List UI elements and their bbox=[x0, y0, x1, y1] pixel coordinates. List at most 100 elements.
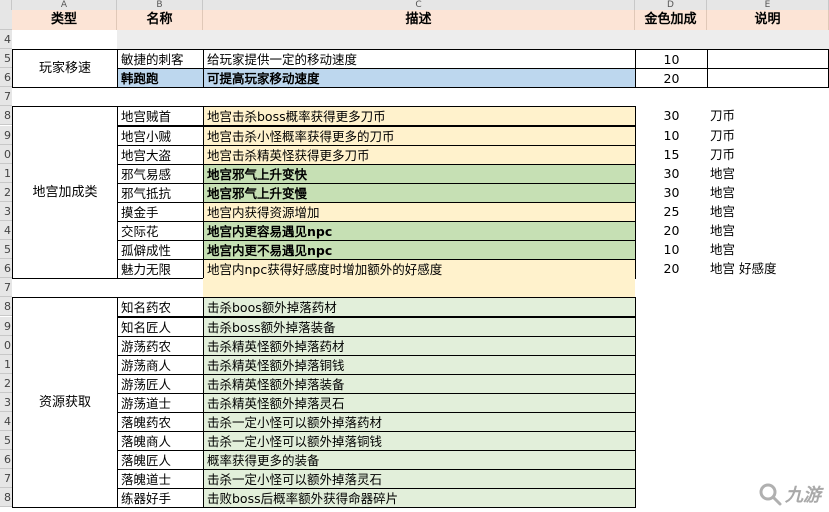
gold-bonus-cell[interactable] bbox=[635, 412, 708, 432]
gold-bonus-cell[interactable]: 20 bbox=[635, 68, 708, 89]
note-cell[interactable] bbox=[707, 374, 829, 394]
row-number[interactable]: 5 bbox=[0, 240, 12, 260]
row-number[interactable]: 0 bbox=[0, 144, 12, 164]
row-number[interactable]: 8 bbox=[0, 297, 12, 317]
gold-bonus-cell[interactable] bbox=[635, 393, 708, 413]
row-number[interactable]: 6 bbox=[0, 259, 12, 279]
name-cell[interactable]: 练器好手 bbox=[117, 488, 204, 509]
gold-bonus-cell[interactable]: 10 bbox=[635, 49, 708, 70]
description-cell[interactable]: 地宫邪气上升变快 bbox=[203, 163, 636, 184]
row-number[interactable]: 3 bbox=[0, 392, 12, 412]
description-cell[interactable]: 击杀精英怪额外掉落铜钱 bbox=[203, 354, 636, 375]
description-cell[interactable]: 地宫邪气上升变慢 bbox=[203, 182, 636, 203]
gold-bonus-cell[interactable]: 20 bbox=[635, 259, 708, 279]
name-cell[interactable]: 落魄道士 bbox=[117, 469, 204, 490]
name-cell[interactable]: 落魄匠人 bbox=[117, 450, 204, 471]
note-cell[interactable] bbox=[707, 49, 829, 70]
description-cell[interactable]: 地宫击杀精英怪获得更多刀币 bbox=[203, 144, 636, 165]
note-cell[interactable] bbox=[707, 68, 829, 89]
note-cell[interactable]: 地宫 bbox=[707, 164, 829, 184]
name-cell[interactable]: 地宫贼首 bbox=[117, 106, 204, 127]
description-cell[interactable]: 击杀精英怪额外掉落装备 bbox=[203, 373, 636, 394]
row-number[interactable]: 7 bbox=[0, 278, 12, 298]
row-number[interactable]: 7 bbox=[0, 87, 12, 107]
description-cell[interactable]: 地宫内获得资源增加 bbox=[203, 201, 636, 222]
row-number[interactable]: 6 bbox=[0, 68, 12, 88]
row-number[interactable]: 4 bbox=[0, 30, 12, 50]
description-cell[interactable]: 可提高玩家移动速度 bbox=[203, 68, 636, 89]
name-cell[interactable]: 地宫小贼 bbox=[117, 125, 204, 146]
row-number[interactable]: 2 bbox=[0, 182, 12, 202]
column-header-d[interactable]: D bbox=[635, 0, 707, 10]
row-number[interactable]: 9 bbox=[0, 316, 12, 336]
gold-bonus-cell[interactable] bbox=[635, 297, 708, 317]
row-number[interactable]: 4 bbox=[0, 412, 12, 432]
name-cell[interactable]: 落魄商人 bbox=[117, 431, 204, 452]
name-cell[interactable]: 游荡匠人 bbox=[117, 373, 204, 394]
gold-bonus-cell[interactable]: 10 bbox=[635, 240, 708, 260]
note-cell[interactable]: 地宫 bbox=[707, 221, 829, 241]
gold-bonus-cell[interactable]: 15 bbox=[635, 145, 708, 165]
name-cell[interactable]: 知名药农 bbox=[117, 297, 204, 318]
row-number[interactable]: 1 bbox=[0, 354, 12, 374]
description-cell[interactable]: 给玩家提供一定的移动速度 bbox=[203, 49, 636, 70]
description-cell[interactable]: 击杀一定小怪可以额外掉落铜钱 bbox=[203, 431, 636, 452]
name-cell[interactable]: 韩跑跑 bbox=[117, 68, 204, 89]
note-cell[interactable] bbox=[707, 336, 829, 356]
note-cell[interactable]: 地宫 bbox=[707, 183, 829, 203]
note-cell[interactable]: 刀币 bbox=[707, 145, 829, 165]
note-cell[interactable]: 地宫 bbox=[707, 240, 829, 260]
name-cell[interactable]: 游荡商人 bbox=[117, 354, 204, 375]
column-header-a[interactable]: A bbox=[12, 0, 117, 10]
description-cell[interactable]: 击杀一定小怪可以额外掉落灵石 bbox=[203, 469, 636, 490]
name-cell[interactable]: 邪气抵抗 bbox=[117, 182, 204, 203]
note-cell[interactable] bbox=[707, 393, 829, 413]
row-number[interactable]: 5 bbox=[0, 49, 12, 69]
row-number[interactable]: 9 bbox=[0, 125, 12, 145]
gold-bonus-cell[interactable] bbox=[635, 374, 708, 394]
row-header[interactable] bbox=[0, 10, 12, 30]
note-cell[interactable]: 地宫 好感度 bbox=[707, 259, 829, 279]
description-cell[interactable]: 击杀精英怪额外掉落灵石 bbox=[203, 392, 636, 413]
description-cell[interactable]: 击败boss后概率额外获得命器碎片 bbox=[203, 488, 636, 509]
note-cell[interactable] bbox=[707, 355, 829, 375]
row-number[interactable]: 5 bbox=[0, 431, 12, 451]
name-cell[interactable]: 游荡药农 bbox=[117, 335, 204, 356]
gold-bonus-cell[interactable] bbox=[635, 317, 708, 337]
note-cell[interactable] bbox=[707, 450, 829, 470]
header-gold[interactable]: 金色加成 bbox=[635, 10, 707, 30]
note-cell[interactable]: 刀币 bbox=[707, 106, 829, 126]
header-note[interactable]: 说明 bbox=[707, 10, 829, 30]
blank-row-cell[interactable] bbox=[203, 278, 635, 298]
row-number[interactable]: 8 bbox=[0, 106, 12, 126]
description-cell[interactable]: 地宫击杀boss概率获得更多刀币 bbox=[203, 106, 636, 127]
note-cell[interactable] bbox=[707, 317, 829, 337]
description-cell[interactable]: 击杀boos额外掉落药材 bbox=[203, 297, 636, 318]
description-cell[interactable]: 地宫内更不易遇见npc bbox=[203, 240, 636, 261]
column-header-e[interactable]: E bbox=[707, 0, 829, 10]
name-cell[interactable]: 地宫大盗 bbox=[117, 144, 204, 165]
description-cell[interactable]: 地宫内更容易遇见npc bbox=[203, 221, 636, 242]
name-cell[interactable]: 摸金手 bbox=[117, 201, 204, 222]
name-cell[interactable]: 邪气易感 bbox=[117, 163, 204, 184]
description-cell[interactable]: 击杀一定小怪可以额外掉落药材 bbox=[203, 412, 636, 433]
note-cell[interactable] bbox=[707, 297, 829, 317]
column-header-c[interactable]: C bbox=[203, 0, 635, 10]
gold-bonus-cell[interactable]: 20 bbox=[635, 221, 708, 241]
name-cell[interactable]: 敏捷的刺客 bbox=[117, 49, 204, 70]
gold-bonus-cell[interactable] bbox=[635, 450, 708, 470]
note-cell[interactable]: 地宫 bbox=[707, 202, 829, 222]
row-number[interactable]: 0 bbox=[0, 335, 12, 355]
gold-bonus-cell[interactable]: 10 bbox=[635, 126, 708, 146]
note-cell[interactable]: 刀币 bbox=[707, 126, 829, 146]
name-cell[interactable]: 魅力无限 bbox=[117, 259, 204, 280]
corner-cell[interactable] bbox=[0, 0, 12, 10]
name-cell[interactable]: 游荡道士 bbox=[117, 392, 204, 413]
header-desc[interactable]: 描述 bbox=[203, 10, 635, 30]
gold-bonus-cell[interactable]: 30 bbox=[635, 183, 708, 203]
name-cell[interactable]: 落魄药农 bbox=[117, 412, 204, 433]
header-type[interactable]: 类型 bbox=[12, 10, 117, 30]
description-cell[interactable]: 击杀boss额外掉落装备 bbox=[203, 316, 636, 337]
row-number[interactable]: 3 bbox=[0, 201, 12, 221]
description-cell[interactable]: 地宫内npc获得好感度时增加额外的好感度 bbox=[203, 259, 636, 280]
